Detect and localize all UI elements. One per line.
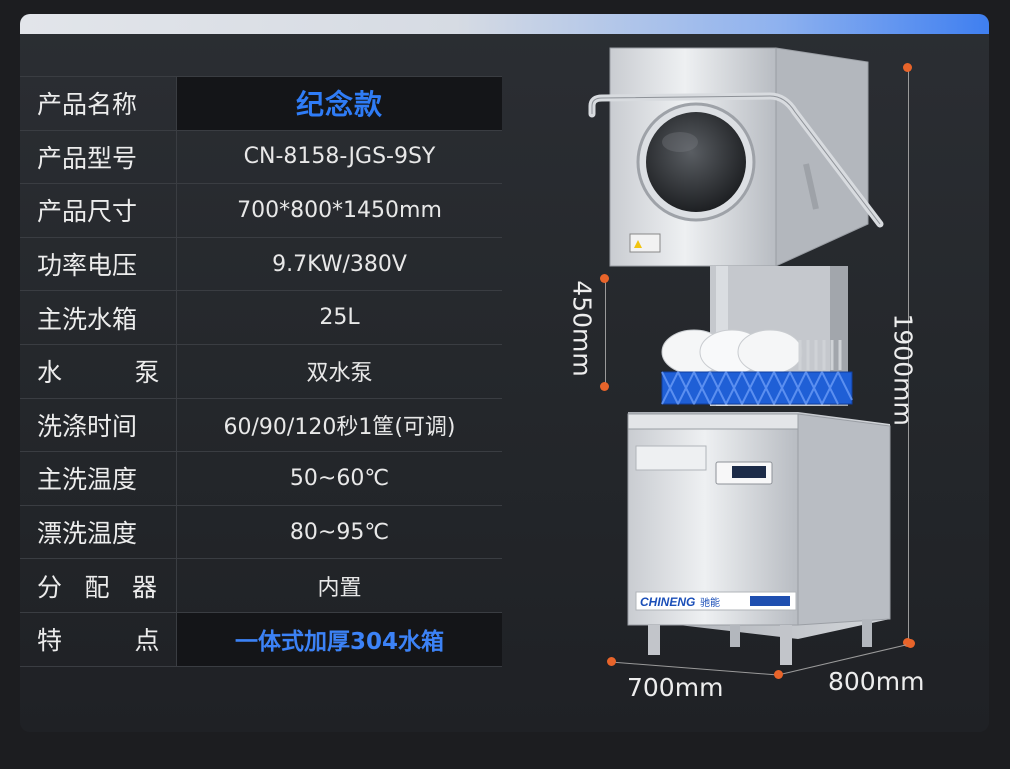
spec-key: 主洗水箱 [20,290,177,345]
spec-value: 纪念款 [176,76,502,131]
spec-key: 功率电压 [20,236,177,292]
spec-row-size: 产品尺寸 700*800*1450mm [20,183,502,238]
brand-logo-cn: 驰能 [700,596,720,609]
spec-row-rinse-temp: 漂洗温度 80~95℃ [20,504,502,560]
dimension-dot [903,63,912,72]
dimension-dot [600,382,609,391]
dimension-dot [600,274,609,283]
dimension-dot [906,639,915,648]
spec-key: 产品尺寸 [20,183,177,238]
spec-value: 内置 [176,558,502,613]
spec-value: 9.7KW/380V [176,236,502,292]
spec-table: 产品名称 纪念款 产品型号 CN-8158-JGS-9SY 产品尺寸 700*8… [20,76,502,667]
spec-value: 700*800*1450mm [176,183,502,238]
spec-key: 主洗温度 [20,451,177,506]
spec-value: 50~60℃ [176,451,502,506]
dimension-opening-label: 450mm [567,280,597,377]
dimension-dot [607,657,616,666]
dimension-height-label: 1900mm [888,313,918,426]
spec-row-model: 产品型号 CN-8158-JGS-9SY [20,129,502,185]
spec-value: 60/90/120秒1筐(可调) [176,397,502,453]
header-bar [20,14,989,34]
brand-logo: CHINENG [640,595,695,609]
dimension-line-opening [605,279,606,386]
spec-row-power: 功率电压 9.7KW/380V [20,236,502,292]
spec-row-pump: 水泵 双水泵 [20,343,502,399]
spec-key: 产品型号 [20,129,177,185]
spec-value: 25L [176,290,502,345]
spec-row-wash-time: 洗涤时间 60/90/120秒1筐(可调) [20,397,502,453]
dimension-width-label: 700mm [627,673,724,702]
dimension-dot [774,670,783,679]
spec-row-tank: 主洗水箱 25L [20,290,502,345]
spec-value: 80~95℃ [176,504,502,560]
spec-value: CN-8158-JGS-9SY [176,129,502,185]
spec-row-wash-temp: 主洗温度 50~60℃ [20,451,502,506]
spec-key: 洗涤时间 [20,397,177,453]
feature-text: 一体式加厚304水箱 [234,629,444,656]
dimension-depth-label: 800mm [828,667,925,696]
product-name: 纪念款 [295,88,383,122]
spec-row-name: 产品名称 纪念款 [20,76,502,131]
spec-row-dispenser: 分配器 内置 [20,558,502,613]
product-card: 产品名称 纪念款 产品型号 CN-8158-JGS-9SY 产品尺寸 700*8… [20,14,989,732]
spec-key: 漂洗温度 [20,504,177,560]
spec-key: 特点 [20,611,177,667]
spec-row-feature: 特点 一体式加厚304水箱 [20,611,502,667]
spec-key: 水泵 [20,343,177,399]
spec-key: 分配器 [20,558,177,613]
spec-key: 产品名称 [20,76,177,131]
